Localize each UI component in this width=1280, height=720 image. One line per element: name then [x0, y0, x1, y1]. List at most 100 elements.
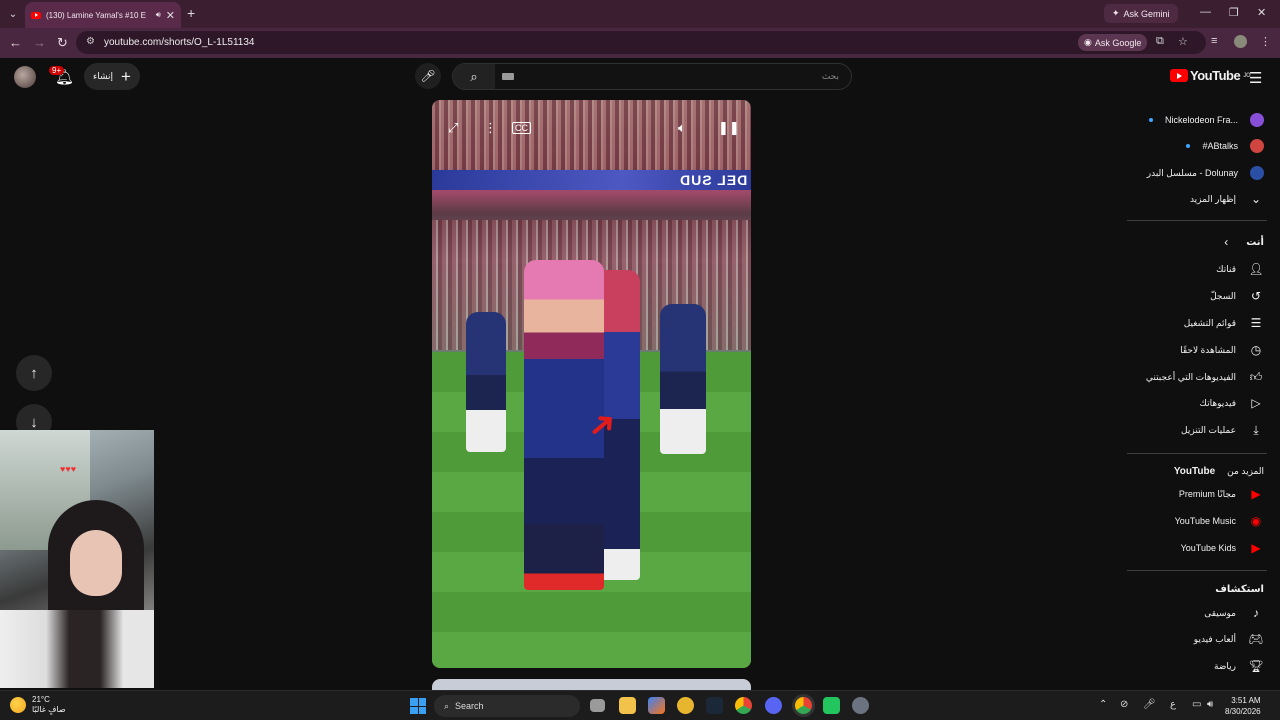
- sidebar-item-history[interactable]: السجلّ ↺: [1210, 283, 1264, 309]
- tray-chevron-up-icon[interactable]: ⌃: [1099, 699, 1107, 710]
- site-info-icon[interactable]: ⚙: [86, 36, 95, 47]
- account-avatar[interactable]: [14, 66, 36, 88]
- sidebar-item-music[interactable]: موسيقى ♪: [1204, 600, 1264, 626]
- create-button[interactable]: إنشاء +: [84, 63, 140, 90]
- volume-icon[interactable]: 🔈︎: [678, 120, 686, 136]
- weather-widget[interactable]: 21°C صافٍ غالبًا: [10, 695, 66, 715]
- app-green-icon[interactable]: [823, 697, 840, 714]
- sidebar-item-youtube-kids[interactable]: YouTube Kids ▶: [1181, 535, 1264, 561]
- tray-display-icon[interactable]: ▭: [1192, 699, 1201, 710]
- guide-menu-icon[interactable]: ☰: [1249, 69, 1262, 87]
- copilot-icon[interactable]: [648, 697, 665, 714]
- search-bar[interactable]: ⌕ بحث: [452, 63, 852, 90]
- chrome-icon[interactable]: [735, 697, 752, 714]
- ask-google-button[interactable]: ◉ Ask Google: [1078, 34, 1148, 51]
- install-icon[interactable]: ⧉: [1156, 35, 1164, 48]
- more-options-icon[interactable]: ⋮: [484, 120, 497, 136]
- reading-list-icon[interactable]: ≡: [1211, 35, 1217, 47]
- shorts-video-player[interactable]: DEL SUD ➜ ⤢ ⋮ CC 🔈︎ ❚❚: [432, 100, 751, 668]
- speaker-icon[interactable]: 🔊︎: [156, 10, 161, 20]
- arrow-down-icon: ↓: [30, 413, 38, 431]
- close-window-icon[interactable]: ✕: [1257, 6, 1266, 19]
- taskbar-clock[interactable]: 3:51 AM 8/30/2026: [1225, 695, 1261, 717]
- sidebar-item-your-channel[interactable]: قناتك 👤︎: [1216, 256, 1264, 282]
- file-explorer-icon[interactable]: [619, 697, 636, 714]
- like-icon: 👍︎: [1249, 369, 1263, 384]
- bookmark-star-icon[interactable]: ☆: [1178, 35, 1188, 48]
- keyboard-icon[interactable]: [502, 73, 514, 80]
- captions-icon[interactable]: CC: [512, 122, 531, 134]
- discord-icon[interactable]: [765, 697, 782, 714]
- task-view-icon[interactable]: [590, 699, 605, 712]
- sidebar-item-label: قناتك: [1216, 263, 1236, 274]
- explore-heading: استكشاف: [1215, 576, 1264, 602]
- fullscreen-icon[interactable]: ⤢: [448, 120, 458, 136]
- previous-short-button[interactable]: ↑: [16, 355, 52, 391]
- sidebar-item-label: قوائم التشغيل: [1183, 317, 1236, 328]
- sidebar-item-watch-later[interactable]: المشاهدة لاحقًا ◷: [1180, 337, 1264, 363]
- show-more-button[interactable]: إظهار المزيد ⌄: [1190, 186, 1264, 212]
- maximize-icon[interactable]: ❐: [1229, 6, 1239, 19]
- tray-language[interactable]: ع: [1170, 699, 1176, 710]
- you-section-heading[interactable]: ‹ أنت: [1218, 229, 1264, 255]
- sidebar-subscription[interactable]: Nickelodeon Fra...: [1148, 107, 1264, 133]
- ask-gemini-button[interactable]: ✦ Ask Gemini: [1104, 4, 1178, 23]
- voice-search-icon[interactable]: 🎤︎: [415, 63, 441, 89]
- reload-icon[interactable]: ↻: [57, 35, 68, 51]
- person-face: [70, 530, 122, 596]
- windows-start-icon[interactable]: [410, 698, 426, 714]
- taskbar-search[interactable]: ⌕ Search: [434, 695, 580, 717]
- tab-search-icon[interactable]: ⌄: [2, 3, 24, 25]
- profile-avatar-icon[interactable]: [1234, 35, 1247, 48]
- subscription-label: #ABtalks: [1202, 141, 1238, 151]
- explore-heading-label: استكشاف: [1215, 583, 1264, 595]
- browser-menu-icon[interactable]: ⋮: [1260, 35, 1271, 48]
- channel-avatar-icon: [1250, 113, 1264, 127]
- steam-icon[interactable]: [706, 697, 723, 714]
- search-icon[interactable]: ⌕: [453, 64, 495, 89]
- sidebar-item-liked-videos[interactable]: الفيديوهات التي أعجبتني 👍︎: [1146, 364, 1264, 390]
- subscription-label: Nickelodeon Fra...: [1164, 115, 1238, 125]
- tray-network-off-icon[interactable]: ⊘: [1120, 699, 1128, 710]
- stadium-stands: [432, 100, 751, 170]
- sidebar-subscription[interactable]: #ABtalks: [1186, 133, 1264, 159]
- sidebar-item-youtube-music[interactable]: YouTube Music ◉: [1175, 508, 1264, 534]
- settings-gear-icon[interactable]: [852, 697, 869, 714]
- channel-avatar-icon: [1250, 166, 1264, 180]
- tray-volume-icon[interactable]: 🔊︎: [1207, 699, 1213, 710]
- taskbar-search-label: Search: [455, 701, 484, 711]
- sidebar-divider: [1127, 453, 1267, 454]
- close-tab-icon[interactable]: ✕: [166, 9, 175, 22]
- sidebar-item-label: رياضة: [1213, 660, 1236, 671]
- forward-icon[interactable]: →: [33, 35, 46, 50]
- pause-icon[interactable]: ❚❚: [718, 120, 740, 136]
- new-content-dot: [1148, 118, 1153, 122]
- youtube-favicon-icon: [31, 11, 41, 19]
- arrow-up-icon: ↑: [30, 364, 38, 382]
- sidebar-item-premium[interactable]: Premium مجانًا ▶: [1179, 481, 1264, 507]
- sidebar-item-playlists[interactable]: قوائم التشغيل ☰: [1184, 310, 1264, 336]
- sidebar-item-gaming[interactable]: ألعاب فيديو 🎮︎: [1194, 626, 1264, 652]
- back-icon[interactable]: ←: [9, 35, 22, 50]
- sidebar-item-label: YouTube Music: [1174, 516, 1236, 526]
- youtube-logo[interactable]: YouTube JO: [1170, 68, 1251, 83]
- minimize-icon[interactable]: —: [1200, 6, 1211, 18]
- sidebar-item-sports[interactable]: رياضة 🏆︎: [1214, 653, 1264, 679]
- sidebar-subscription[interactable]: مسلسل البدر - Dolunay: [1147, 160, 1264, 186]
- chrome-active-icon[interactable]: [795, 697, 812, 714]
- address-bar[interactable]: ⚙ youtube.com/shorts/O_L-1L51134: [76, 31, 1206, 54]
- more-heading-brand: YouTube: [1173, 465, 1216, 477]
- sidebar-item-label: عمليات التنزيل: [1181, 424, 1236, 435]
- new-tab-icon[interactable]: +: [187, 5, 195, 21]
- windows-taskbar: 21°C صافٍ غالبًا ⌕ Search ⌃ ⊘ 🎤︎ ع ▭ 🔊︎ …: [0, 690, 1280, 720]
- browser-tab[interactable]: (130) Lamine Yamal's #10 E 🔊︎ ✕: [25, 2, 181, 28]
- weather-sun-icon: [10, 697, 26, 713]
- sidebar-item-downloads[interactable]: عمليات التنزيل ⤓: [1181, 417, 1264, 443]
- notification-badge: 9+: [49, 66, 65, 75]
- sidebar-item-your-videos[interactable]: فيديوهاتك ▷: [1200, 390, 1264, 416]
- weather-condition: صافٍ غالبًا: [32, 705, 66, 714]
- app-icon[interactable]: [677, 697, 694, 714]
- tray-mic-icon[interactable]: 🎤︎: [1143, 699, 1156, 710]
- sidebar-item-label: ألعاب فيديو: [1193, 633, 1236, 644]
- premium-icon: ▶: [1251, 487, 1261, 501]
